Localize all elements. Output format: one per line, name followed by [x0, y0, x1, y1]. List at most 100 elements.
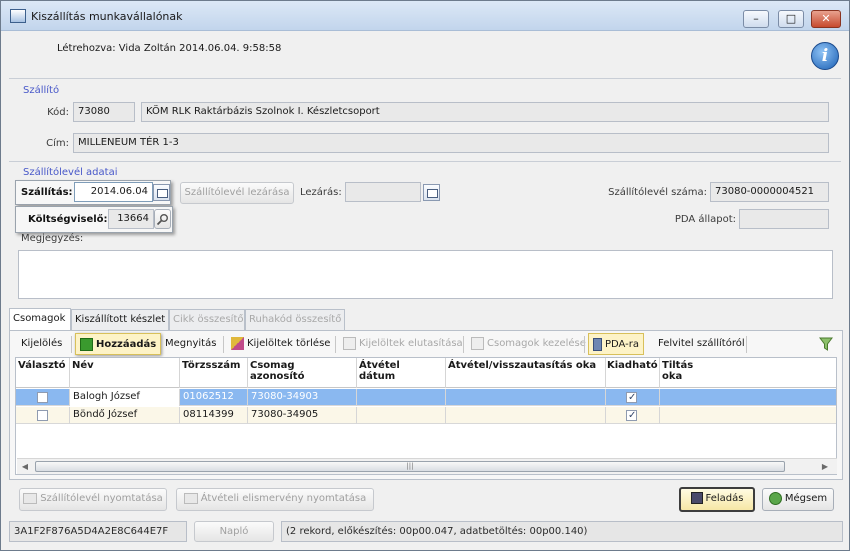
table-row[interactable]: Böndő József 08114399 73080-34905 [16, 407, 836, 424]
code-label: Kód: [47, 107, 69, 118]
printer-icon [23, 492, 38, 504]
close-delivery-button[interactable]: Szállítólevél lezárása [180, 182, 294, 204]
toolbar-separator [223, 336, 224, 353]
col-separator [356, 358, 357, 388]
reject-icon [343, 336, 356, 350]
close-button[interactable]: ✕ [811, 10, 841, 28]
scroll-thumb[interactable]: ||| [35, 461, 785, 472]
open-button[interactable]: Megnyitás [161, 333, 220, 355]
load-info: (2 rekord, előkészítés: 00p00.047, adatb… [281, 521, 843, 542]
ship-calendar-icon[interactable] [153, 184, 170, 201]
plus-icon [80, 337, 93, 351]
closed-date-field[interactable] [345, 182, 421, 202]
cell-id: 01062512 [180, 389, 248, 406]
submit-button[interactable]: Feladás [679, 487, 755, 512]
row-checkbox[interactable] [37, 392, 48, 403]
app-icon [10, 9, 26, 23]
ship-label: Szállítás: [21, 187, 73, 198]
manage-packages-button[interactable]: Csomagok kezelése [467, 333, 590, 355]
supplier-code-field[interactable]: 73080 [73, 102, 135, 122]
col-id[interactable]: Törzsszám [182, 360, 248, 371]
select-button[interactable]: Kijelölés [17, 333, 66, 355]
horizontal-scrollbar[interactable]: ◀ ||| ▶ [17, 458, 837, 474]
packages-grid: Választó Név Törzsszám Csomag azonosító … [15, 357, 837, 475]
delete-selected-button[interactable]: Kijelöltek törlése [227, 333, 334, 355]
save-icon [690, 492, 703, 504]
delivery-number-field[interactable]: 73080-0000004521 [710, 182, 829, 202]
reject-selected-button[interactable]: Kijelöltek elutasítása [339, 333, 467, 355]
tab-clothing-code-summary[interactable]: Ruhakód összesítő [245, 309, 345, 330]
grid-header: Választó Név Törzsszám Csomag azonosító … [16, 358, 836, 388]
cell-id: 08114399 [180, 407, 248, 424]
cost-bearer-field[interactable]: 13664 [108, 209, 154, 229]
pda-button-label: PDA-ra [605, 339, 640, 350]
delete-selected-label: Kijelöltek törlése [247, 338, 331, 349]
col-separator [247, 358, 248, 388]
manage-packages-label: Csomagok kezelése [487, 338, 586, 349]
divider [9, 78, 841, 79]
search-icon[interactable] [154, 209, 171, 229]
issuable-checkbox[interactable] [626, 390, 637, 406]
col-name[interactable]: Név [72, 360, 177, 371]
minimize-button[interactable]: – [743, 10, 769, 28]
main-window: Kiszállítás munkavállalónak – □ ✕ Létreh… [0, 0, 850, 551]
print-delivery-button[interactable]: Szállítólevél nyomtatása [19, 488, 167, 511]
filter-icon[interactable] [819, 337, 833, 354]
supplier-address-field[interactable]: MILLENEUM TÉR 1-3 [73, 133, 829, 153]
log-button[interactable]: Napló [194, 521, 274, 542]
info-icon[interactable]: i [811, 42, 839, 70]
col-date[interactable]: Átvétel dátum [359, 360, 419, 382]
ship-date-input[interactable]: 2014.06.04 [74, 182, 153, 202]
scroll-right-icon[interactable]: ▶ [819, 461, 831, 473]
cell-reason [446, 389, 606, 406]
col-package[interactable]: Csomag azonosító [250, 360, 350, 382]
col-reason[interactable]: Átvétel/visszautasítás oka [448, 360, 598, 371]
pda-state-field[interactable] [739, 209, 829, 229]
add-button-label: Hozzáadás [96, 339, 157, 350]
col-issuable[interactable]: Kiadható [607, 360, 658, 371]
cell-package: 73080-34905 [248, 407, 357, 424]
pda-button[interactable]: PDA-ra [588, 333, 645, 355]
delivery-number-label: Szállítólevél száma: [608, 187, 707, 198]
add-button[interactable]: Hozzáadás [75, 333, 162, 355]
title-bar: Kiszállítás munkavállalónak – □ ✕ [1, 1, 849, 31]
pda-state-label: PDA állapot: [674, 214, 736, 225]
supplier-name-field[interactable]: KÖM RLK Raktárbázis Szolnok I. Készletcs… [141, 102, 829, 122]
cell-issuable [606, 407, 660, 424]
cell-date [357, 407, 446, 424]
print-receipt-button[interactable]: Átvételi elismervény nyomtatása [176, 488, 374, 511]
undo-icon [768, 491, 782, 505]
address-label: Cím: [46, 138, 69, 149]
col-selector[interactable]: Választó [18, 360, 70, 371]
print-receipt-label: Átvételi elismervény nyomtatása [200, 493, 367, 504]
toolbar-separator [584, 336, 585, 353]
col-separator [69, 358, 70, 388]
maximize-button[interactable]: □ [778, 10, 804, 28]
window-title: Kiszállítás munkavállalónak [31, 10, 183, 23]
cancel-button-label: Mégsem [784, 493, 828, 504]
tab-delivered-stock[interactable]: Kiszállított készlet [71, 309, 169, 330]
row-checkbox[interactable] [37, 410, 48, 421]
cell-name: Böndő József [70, 407, 180, 424]
tab-packages[interactable]: Csomagok [9, 308, 71, 330]
record-guid: 3A1F2F876A5D4A2E8C644E7F [9, 521, 187, 542]
cell-issuable [606, 389, 660, 406]
issuable-checkbox[interactable] [626, 408, 637, 424]
from-supplier-button[interactable]: Felvitel szállítóról [654, 333, 749, 355]
cell-ban-reason [660, 389, 836, 406]
note-textarea[interactable] [18, 250, 833, 299]
cancel-button[interactable]: Mégsem [762, 488, 834, 511]
tab-item-summary[interactable]: Cikk összesítő [169, 309, 245, 330]
status-bar: 3A1F2F876A5D4A2E8C644E7F Napló (2 rekord… [9, 521, 843, 542]
divider [9, 161, 841, 162]
closed-label: Lezárás: [300, 187, 342, 198]
closed-calendar-icon[interactable] [423, 184, 440, 201]
supplier-group-label: Szállító [23, 85, 60, 96]
reject-selected-label: Kijelöltek elutasítása [359, 338, 463, 349]
table-row[interactable]: Balogh József 01062512 73080-34903 [16, 389, 836, 406]
col-ban-reason[interactable]: Tiltás oka [662, 360, 702, 382]
eraser-icon [231, 336, 244, 350]
package-icon [471, 336, 484, 350]
scroll-left-icon[interactable]: ◀ [19, 461, 31, 473]
toolbar-separator [746, 336, 747, 353]
